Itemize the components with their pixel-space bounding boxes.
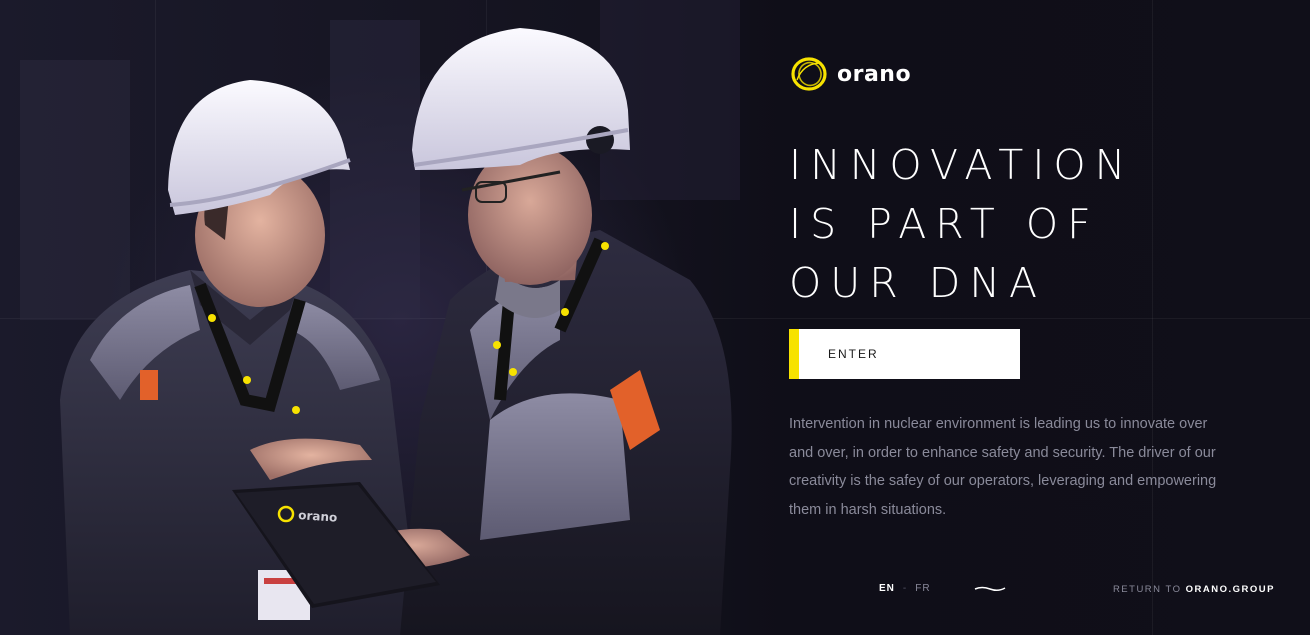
svg-text:orano: orano bbox=[298, 508, 338, 525]
enter-button-label: ENTER bbox=[828, 347, 879, 361]
enter-button[interactable]: ENTER bbox=[789, 329, 1020, 379]
hero-headline: INNOVATION IS PART OF OUR DNA bbox=[789, 136, 1259, 313]
return-site: ORANO.GROUP bbox=[1185, 584, 1275, 595]
return-prefix: RETURN TO bbox=[1112, 584, 1186, 595]
headline-line: OUR DNA bbox=[789, 259, 1047, 307]
headline-line: INNOVATION bbox=[789, 141, 1135, 189]
lang-fr-link[interactable]: FR bbox=[915, 583, 930, 594]
brand-logo[interactable]: orano bbox=[789, 54, 911, 94]
headline-line: IS PART OF bbox=[789, 200, 1100, 248]
hero-description: Intervention in nuclear environment is l… bbox=[789, 416, 1217, 518]
language-switcher: EN - FR bbox=[879, 583, 931, 594]
landing-page: orano orano INNOVATION IS PART OF OUR DN… bbox=[0, 0, 1310, 635]
workers-illustration: orano bbox=[20, 0, 740, 635]
wave-scroll-icon[interactable] bbox=[974, 585, 1006, 593]
orano-ring-logo-icon bbox=[791, 57, 827, 91]
brand-name: orano bbox=[837, 61, 912, 87]
lang-separator: - bbox=[902, 583, 908, 594]
hero-photo: orano bbox=[0, 0, 760, 635]
lang-en-link[interactable]: EN bbox=[879, 583, 895, 594]
return-to-group-link[interactable]: RETURN TO ORANO.GROUP bbox=[1113, 584, 1275, 595]
